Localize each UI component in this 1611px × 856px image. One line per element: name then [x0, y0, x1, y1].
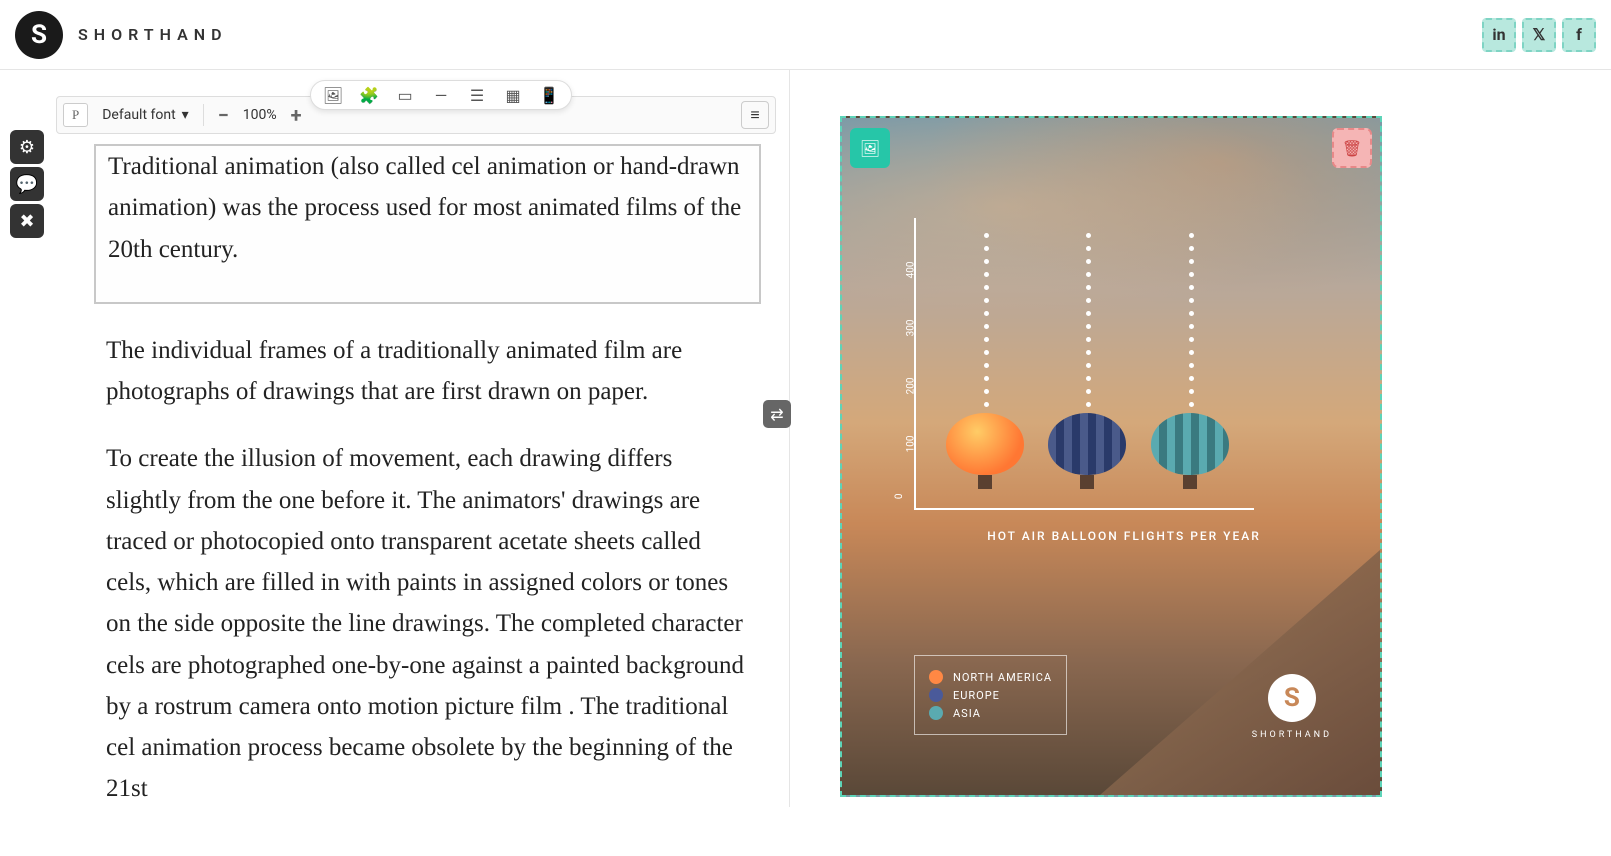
paragraph[interactable]: The individual frames of a traditionally… [106, 330, 749, 413]
chart: 0 100 200 300 400 [914, 218, 1324, 548]
separator [203, 104, 204, 126]
y-tick: 300 [905, 320, 916, 337]
editor-column: 🖼 🧩 ▭ — ☰ ▦ 📱 P Default font ▾ − 100% + … [0, 70, 790, 807]
social-share: in 𝕏 f [1482, 18, 1596, 52]
legend-item: ASIA [929, 706, 1052, 720]
insert-device-button[interactable]: 📱 [537, 85, 561, 105]
trajectory-dots [984, 230, 989, 410]
brand-watermark: S SHORTHAND [1252, 674, 1332, 740]
font-select[interactable]: Default font ▾ [96, 104, 194, 126]
insert-divider-button[interactable]: — [429, 85, 453, 105]
media-column: 🖼 🗑 0 100 200 300 400 [790, 70, 1611, 807]
y-axis: 0 100 200 300 400 [914, 218, 916, 508]
share-facebook-button[interactable]: f [1562, 18, 1596, 52]
list-icon: ☰ [470, 86, 484, 105]
legend-swatch [929, 706, 943, 720]
legend-item: NORTH AMERICA [929, 670, 1052, 684]
insert-image-button[interactable]: 🖼 [321, 85, 345, 105]
chart-legend: NORTH AMERICA EUROPE ASIA [914, 655, 1067, 735]
share-x-button[interactable]: 𝕏 [1522, 18, 1556, 52]
paragraph[interactable]: To create the illusion of movement, each… [106, 438, 749, 809]
paragraph[interactable]: Traditional animation (also called cel a… [108, 146, 747, 270]
chevron-down-icon: ▾ [182, 107, 189, 123]
zoom-in-button[interactable]: + [285, 103, 308, 127]
legend-swatch [929, 670, 943, 684]
align-icon: ≡ [750, 105, 759, 125]
brand-name: SHORTHAND [1252, 730, 1332, 740]
trajectory-dots [1189, 230, 1194, 410]
puzzle-icon: 🧩 [359, 86, 379, 105]
trajectory-dots [1086, 230, 1091, 410]
legend-item: EUROPE [929, 688, 1052, 702]
insert-embed-button[interactable]: 🧩 [357, 85, 381, 105]
insert-toolbar: 🖼 🧩 ▭ — ☰ ▦ 📱 [310, 80, 572, 110]
y-tick: 200 [905, 378, 916, 395]
balloon-europe [1048, 413, 1126, 503]
x-axis [914, 508, 1254, 510]
y-tick: 100 [905, 436, 916, 453]
line-icon: — [435, 86, 448, 105]
zoom-out-button[interactable]: − [212, 103, 235, 127]
media-frame[interactable]: 🖼 🗑 0 100 200 300 400 [840, 116, 1382, 797]
insert-index-button[interactable]: ☰ [465, 85, 489, 105]
image-icon: 🖼 [323, 86, 343, 105]
mountain-background [1100, 515, 1382, 795]
element-tag[interactable]: P [63, 103, 88, 127]
zoom-value: 100% [243, 107, 277, 123]
active-paragraph-block[interactable]: Traditional animation (also called cel a… [94, 144, 761, 304]
legend-swatch [929, 688, 943, 702]
swap-columns-button[interactable]: ⇄ [763, 400, 791, 428]
swap-icon: ⇄ [770, 405, 783, 424]
balloon-north-america [946, 413, 1024, 503]
images-icon: 🖼 [860, 139, 880, 158]
comment-button[interactable]: 💬 [10, 167, 44, 201]
settings-button[interactable]: ⚙ [10, 130, 44, 164]
grid-icon: ▦ [505, 86, 520, 105]
phone-icon: 📱 [539, 86, 559, 105]
app-header: S SHORTHAND in 𝕏 f [0, 0, 1611, 70]
brand-badge: S [1268, 674, 1316, 722]
insert-table-button[interactable]: ▦ [501, 85, 525, 105]
text-editor[interactable]: Traditional animation (also called cel a… [56, 134, 789, 856]
shuffle-icon: ✖ [19, 211, 34, 232]
insert-button-button[interactable]: ▭ [393, 85, 417, 105]
legend-label: NORTH AMERICA [953, 671, 1052, 684]
chart-title: HOT AIR BALLOON FLIGHTS PER YEAR [924, 529, 1324, 543]
workspace: ⚙ 💬 ✖ 🖼 🧩 ▭ — ☰ ▦ 📱 P Default font ▾ − 1… [0, 70, 1611, 807]
left-toolbar: ⚙ 💬 ✖ [10, 130, 44, 238]
share-linkedin-button[interactable]: in [1482, 18, 1516, 52]
gear-icon: ⚙ [19, 137, 35, 158]
pill-icon: ▭ [397, 86, 412, 105]
legend-label: EUROPE [953, 689, 1000, 702]
align-button[interactable]: ≡ [741, 101, 769, 129]
balloon-asia [1151, 413, 1229, 503]
logo[interactable]: S SHORTHAND [15, 11, 228, 59]
y-tick: 0 [894, 494, 905, 500]
font-label: Default font [102, 107, 175, 123]
delete-media-button[interactable]: 🗑 [1332, 128, 1372, 168]
shuffle-button[interactable]: ✖ [10, 204, 44, 238]
chat-icon: 💬 [16, 174, 38, 195]
logo-badge: S [15, 11, 63, 59]
y-tick: 400 [905, 262, 916, 279]
trash-icon: 🗑 [1342, 139, 1362, 158]
legend-label: ASIA [953, 707, 981, 720]
change-image-button[interactable]: 🖼 [850, 128, 890, 168]
logo-text: SHORTHAND [78, 25, 228, 44]
